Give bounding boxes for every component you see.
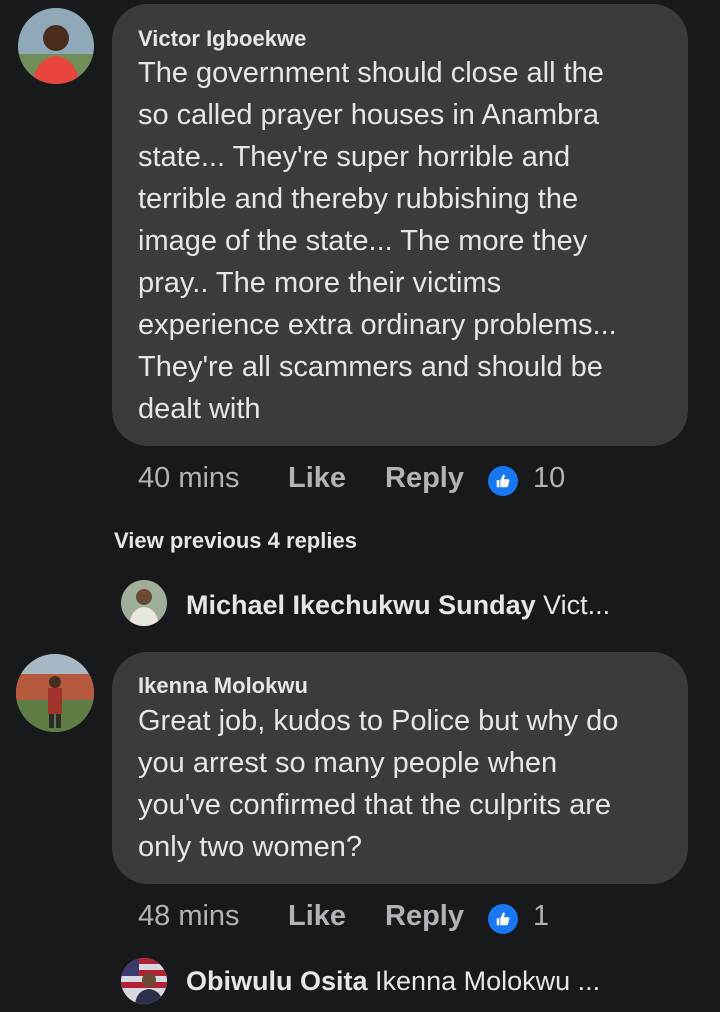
avatar-michael-ikechukwu-sunday[interactable]: [121, 580, 167, 626]
user-avatar-icon: [121, 580, 167, 626]
like-button[interactable]: Like: [288, 462, 346, 495]
reaction-count[interactable]: 10: [533, 462, 565, 495]
thumbs-up-icon: [488, 904, 518, 934]
comment-timestamp[interactable]: 48 mins: [138, 900, 240, 933]
user-avatar-flag-icon: [121, 958, 167, 1004]
reply-author: Michael Ikechukwu Sunday: [186, 590, 536, 620]
reply-preview[interactable]: Obiwulu Osita Ikenna Molokwu ...: [186, 966, 600, 997]
comment-timestamp[interactable]: 40 mins: [138, 462, 240, 495]
reaction-count[interactable]: 1: [533, 900, 549, 933]
user-avatar-standing-icon: [16, 654, 94, 732]
like-button[interactable]: Like: [288, 900, 346, 933]
thumbs-up-icon: [488, 466, 518, 496]
user-avatar-red-shirt-icon: [18, 8, 94, 84]
reply-preview[interactable]: Michael Ikechukwu Sunday Vict...: [186, 590, 610, 621]
avatar-ikenna-molokwu[interactable]: [16, 654, 94, 732]
view-previous-replies-link[interactable]: View previous 4 replies: [114, 528, 357, 554]
comment-text: The government should close all the so c…: [138, 57, 617, 425]
reply-button[interactable]: Reply: [385, 900, 464, 933]
avatar-victor-igboekwe[interactable]: [18, 8, 94, 84]
reply-author: Obiwulu Osita: [186, 966, 368, 996]
comment-author[interactable]: Ikenna Molokwu: [138, 673, 308, 699]
reply-button[interactable]: Reply: [385, 462, 464, 495]
comment-text: Great job, kudos to Police but why do yo…: [138, 705, 619, 863]
avatar-obiwulu-osita[interactable]: [121, 958, 167, 1004]
comment-author[interactable]: Victor Igboekwe: [138, 26, 306, 52]
reply-snippet: Ikenna Molokwu ...: [375, 966, 601, 996]
reply-snippet: Vict...: [543, 590, 611, 620]
